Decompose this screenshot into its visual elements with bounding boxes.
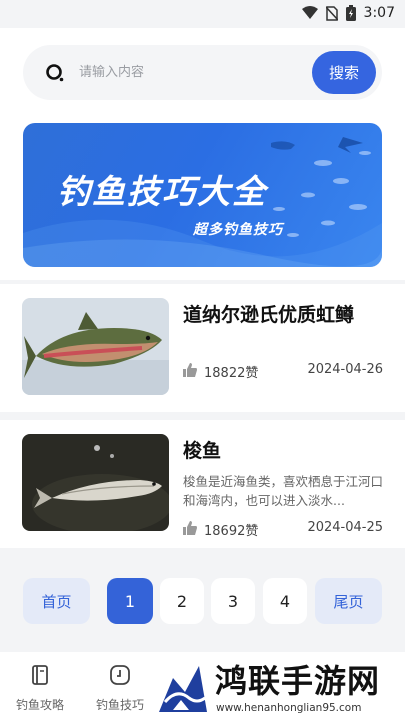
battery-charging-icon [345,5,356,21]
search-icon [46,64,64,82]
page-3-button[interactable]: 3 [211,578,255,624]
status-bar: 3:07 [0,0,405,28]
tab-fishing-guide[interactable]: 钓鱼攻略 [0,652,80,720]
article-title: 梭鱼 [183,440,222,462]
thumbs-up-icon[interactable] [183,521,197,535]
wifi-icon [301,6,318,19]
first-page-button[interactable]: 首页 [23,578,90,624]
page-1-button[interactable]: 1 [107,578,153,624]
no-sim-icon [325,5,338,21]
tab-fishing-skills[interactable]: 钓鱼技巧 [80,652,160,720]
rainbow-trout-image [22,298,169,395]
article-card[interactable]: 道纳尔逊氏优质虹鳟 18822赞 2024-04-26 [0,284,405,412]
article-card[interactable]: 梭鱼 梭鱼是近海鱼类，喜欢栖息于江河口和海湾内，也可以进入淡水... 18692… [0,420,405,548]
book-icon [32,665,48,685]
watermark-logo [159,666,207,712]
banner-subtitle: 超多钓鱼技巧 [193,222,283,238]
last-page-button[interactable]: 尾页 [315,578,382,624]
banner[interactable]: 钓鱼技巧大全 超多钓鱼技巧 [23,123,382,267]
status-icons: 3:07 [301,5,395,21]
clock-icon [110,665,130,685]
watermark-url: www.henanhonglian95.com [216,702,362,714]
page-2-button[interactable]: 2 [160,578,204,624]
header-area: 请输入内容 搜索 钓鱼技巧大全 超多钓鱼技巧 [0,28,405,280]
tab-label: 钓鱼攻略 [15,698,64,712]
site-watermark: 鸿联手游网 www.henanhonglian95.com [153,654,405,720]
publish-date: 2024-04-26 [307,362,383,377]
article-description: 梭鱼是近海鱼类，喜欢栖息于江河口和海湾内，也可以进入淡水... [183,474,383,508]
publish-date: 2024-04-25 [307,520,383,535]
article-title: 道纳尔逊氏优质虹鳟 [183,304,355,326]
watermark-text: 鸿联手游网 [215,662,381,700]
search-bar[interactable]: 请输入内容 搜索 [23,45,382,100]
page-4-button[interactable]: 4 [263,578,307,624]
search-input[interactable]: 请输入内容 [79,63,144,83]
mullet-fish-image [22,434,169,531]
status-time: 3:07 [363,5,395,21]
like-count: 18822赞 [204,366,259,381]
pagination: 首页 1 2 3 4 尾页 [0,566,405,638]
thumbs-up-icon[interactable] [183,363,197,377]
tab-label: 钓鱼技巧 [95,698,144,712]
like-count: 18692赞 [204,524,259,539]
search-button[interactable]: 搜索 [312,51,376,94]
banner-title: 钓鱼技巧大全 [57,172,267,211]
